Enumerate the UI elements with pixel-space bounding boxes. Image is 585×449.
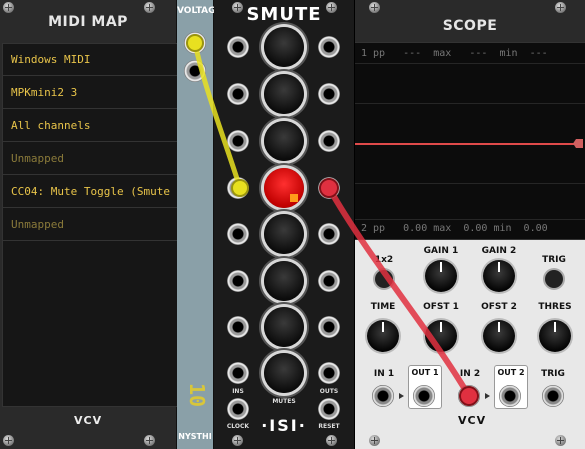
vcv-logo: VCV [458,414,487,427]
output-jack[interactable] [318,177,340,199]
input-jack[interactable] [227,130,249,152]
ins-label: INS [232,388,244,395]
trig-input-jack[interactable] [542,385,564,407]
midi-map-list[interactable]: Windows MIDI MPKmini2 3 All channels Unm… [2,43,178,407]
output-jack[interactable] [318,36,340,58]
gain1-knob[interactable] [425,260,457,292]
input-jack[interactable] [227,36,249,58]
grid-line [355,219,585,220]
trigger-level-marker[interactable] [573,139,583,148]
grid-line [355,183,585,184]
mute-knob[interactable] [264,307,304,347]
scope-display: 1 pp --- max --- min --- 2 pp 0.00 max 0… [355,42,585,240]
gain1-label: GAIN 1 [423,246,459,256]
out1-jack[interactable] [413,385,435,407]
scope-trace [355,143,577,145]
midi-driver-item[interactable]: Windows MIDI [3,44,177,76]
gain2-label: GAIN 2 [481,246,517,256]
screw-icon [326,435,337,446]
vcv-logo: VCV [74,414,103,427]
in1-label: IN 1 [373,369,395,379]
midi-device-item[interactable]: MPKmini2 3 [3,77,177,109]
in2-label: IN 2 [459,369,481,379]
in2-jack[interactable] [458,385,480,407]
voltage-display: 10 [185,382,209,408]
grid-line [355,63,585,64]
midi-channel-item[interactable]: All channels [3,110,177,142]
grid-line [355,103,585,104]
arrow-right-icon [399,393,404,399]
out2-label: OUT 2 [497,368,525,377]
voltage-module: VOLTAGE 10 NYSTHI [177,0,222,449]
screw-icon [369,435,380,446]
output-jack[interactable] [318,83,340,105]
screw-icon [555,435,566,446]
nysthi-logo: NYSTHI [178,432,212,441]
smute-title: SMUTE [246,4,322,25]
time-knob[interactable] [367,320,399,352]
mute-knob-active[interactable] [264,168,304,208]
input-jack[interactable] [227,223,249,245]
scope-title: SCOPE [442,18,498,34]
screw-icon [3,2,14,13]
mute-knob[interactable] [264,121,304,161]
voltage-output-jack[interactable] [184,32,206,54]
gain2-knob[interactable] [483,260,515,292]
output-jack[interactable] [318,130,340,152]
screw-icon [144,2,155,13]
mutes-label: MUTES [272,398,296,405]
screw-icon [369,2,380,13]
time-label: TIME [370,302,396,312]
midi-map-title: MIDI MAP [48,14,128,30]
output-jack[interactable] [318,223,340,245]
mute-knob[interactable] [264,261,304,301]
input-jack[interactable] [227,177,249,199]
trig-mode-label: TRIG [542,255,566,265]
output-jack[interactable] [318,316,340,338]
mapping-slot[interactable]: Unmapped [3,143,177,175]
ofst2-knob[interactable] [483,320,515,352]
smute-module: SMUTE INS MUTES OUTS CLOCK RESET ·ISI· [214,0,355,449]
mapping-slot[interactable]: Unmapped [3,209,177,241]
scope-module: SCOPE 1 pp --- max --- min --- 2 pp 0.00… [355,0,585,449]
voltage-output-jack[interactable] [184,60,206,82]
input-jack[interactable] [227,362,249,384]
input-jack[interactable] [227,316,249,338]
mute-knob[interactable] [264,353,304,393]
mute-knob[interactable] [264,27,304,67]
in1-jack[interactable] [372,385,394,407]
mute-knob[interactable] [264,214,304,254]
output-jack[interactable] [318,362,340,384]
voltage-title: VOLTAGE [177,6,222,16]
thres-knob[interactable] [539,320,571,352]
mapping-slot[interactable]: CC04: Mute Toggle (Smute [3,176,177,208]
out2-jack[interactable] [499,385,521,407]
screw-icon [232,435,243,446]
x1x2-label: 1x2 [374,255,394,265]
midi-map-module: MIDI MAP Windows MIDI MPKmini2 3 All cha… [0,0,178,449]
ofst1-label: OFST 1 [423,302,459,312]
out1-label: OUT 1 [411,368,439,377]
isi-logo: ·ISI· [261,416,307,435]
ofst2-label: OFST 2 [481,302,517,312]
screw-icon [555,2,566,13]
trig-mode-button[interactable] [545,270,563,288]
scope-controls: 1x2 GAIN 1 GAIN 2 TRIG TIME OFST 1 OFST … [355,240,585,449]
screw-icon [3,435,14,446]
channel-1-stats: 1 pp --- max --- min --- [361,48,548,59]
x1x2-button[interactable] [375,270,393,288]
channel-2-stats: 2 pp 0.00 max 0.00 min 0.00 [361,223,548,234]
screw-icon [144,435,155,446]
trig-input-label: TRIG [541,369,565,379]
output-jack[interactable] [318,270,340,292]
input-jack[interactable] [227,270,249,292]
led-indicator [290,194,298,202]
input-jack[interactable] [227,83,249,105]
arrow-right-icon [485,393,490,399]
thres-label: THRES [538,302,572,312]
ofst1-knob[interactable] [425,320,457,352]
outs-label: OUTS [319,388,339,395]
mute-knob[interactable] [264,74,304,114]
